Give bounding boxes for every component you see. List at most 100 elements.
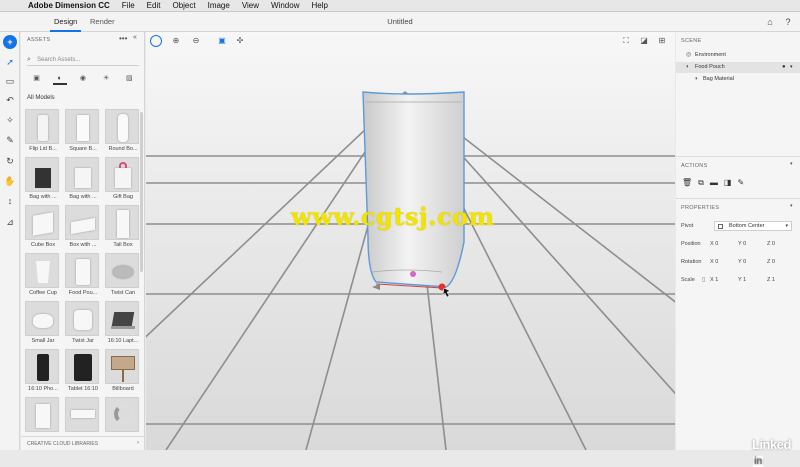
- add-icon[interactable]: +: [3, 35, 17, 49]
- model-item[interactable]: Square B...: [65, 109, 101, 157]
- menu-window[interactable]: Window: [265, 1, 305, 10]
- snap-icon[interactable]: ▣: [216, 35, 228, 47]
- model-item[interactable]: 16:10 Pho...: [25, 349, 61, 397]
- food-pouch-model[interactable]: [146, 32, 675, 450]
- watermark-text: www.cgtsj.com: [291, 202, 495, 231]
- scale-label: Scale: [681, 277, 695, 283]
- undo-icon[interactable]: ↶: [3, 93, 17, 107]
- scale-z-value[interactable]: 1: [772, 277, 775, 283]
- learn-icon[interactable]: ⌂: [764, 16, 776, 28]
- model-item[interactable]: Gift Bag: [105, 157, 141, 205]
- position-z-value[interactable]: 0: [772, 241, 775, 247]
- rotation-y-value[interactable]: 0: [743, 259, 746, 265]
- actions-chevron-icon[interactable]: ▾: [790, 161, 793, 167]
- lock-icon[interactable]: ▯: [702, 276, 705, 283]
- model-item[interactable]: Tall Box: [105, 205, 141, 253]
- menu-file[interactable]: File: [116, 1, 141, 10]
- position-y[interactable]: Y 0: [738, 241, 746, 247]
- rotation-x[interactable]: X 0: [710, 259, 718, 265]
- delete-icon[interactable]: 🗑: [682, 178, 692, 188]
- gizmo-handle[interactable]: [410, 271, 416, 277]
- rotation-z[interactable]: Z 0: [767, 259, 775, 265]
- select-icon[interactable]: ➚: [3, 55, 17, 69]
- tab-render[interactable]: Render: [82, 15, 123, 29]
- app-menu[interactable]: Adobe Dimension CC: [22, 1, 116, 10]
- images-category-icon[interactable]: ▨: [122, 73, 136, 85]
- model-item[interactable]: Small Jar: [25, 301, 61, 349]
- model-item[interactable]: Billboard: [105, 349, 141, 397]
- search-field[interactable]: ⌕ Search Assets...: [27, 54, 139, 66]
- model-item[interactable]: Bag with ...: [65, 157, 101, 205]
- asset-categories: ▣ ◐ ◉ ☀ ▨: [25, 72, 141, 86]
- transform-icon[interactable]: ✣: [234, 35, 246, 47]
- scale-y[interactable]: Y 1: [738, 277, 746, 283]
- models-category-icon[interactable]: ▣: [30, 73, 44, 85]
- model-item[interactable]: Round Bo...: [105, 109, 141, 157]
- app-header: Design Render Untitled ⌂ ?: [0, 12, 800, 32]
- position-z[interactable]: Z 0: [767, 241, 775, 247]
- duplicate-icon[interactable]: ⧉: [698, 178, 704, 188]
- model-label: Twist Can: [110, 290, 136, 296]
- model-item[interactable]: Twist Can: [105, 253, 141, 301]
- measure-icon[interactable]: ⊿: [3, 215, 17, 229]
- pan-icon[interactable]: ✋: [3, 174, 17, 188]
- scene-item-bag-material[interactable]: ◑ Bag Material: [676, 74, 800, 85]
- position-x[interactable]: X 0: [710, 241, 718, 247]
- rotation-y[interactable]: Y 0: [738, 259, 746, 265]
- model-item[interactable]: Tablet 16:10: [65, 349, 101, 397]
- tab-design[interactable]: Design: [46, 15, 85, 32]
- colors-category-icon[interactable]: ◉: [76, 73, 90, 85]
- scale-z[interactable]: Z 1: [767, 277, 775, 283]
- position-y-value[interactable]: 0: [743, 241, 746, 247]
- rotation-x-value[interactable]: 0: [715, 259, 718, 265]
- dolly-icon[interactable]: ↕: [3, 194, 17, 208]
- model-item[interactable]: Box with ...: [65, 205, 101, 253]
- menu-edit[interactable]: Edit: [141, 1, 167, 10]
- pivot-select[interactable]: Bottom Center ▾: [714, 221, 792, 231]
- chevron-down-icon[interactable]: ▾: [790, 62, 793, 73]
- materials-category-icon[interactable]: ◐: [52, 73, 67, 85]
- bag-thumbnail: [25, 157, 59, 192]
- model-item[interactable]: 16:10 Lapt...: [105, 301, 141, 349]
- position-x-value[interactable]: 0: [715, 241, 718, 247]
- bookmark-icon[interactable]: ⊞: [656, 35, 668, 47]
- lights-category-icon[interactable]: ☀: [99, 73, 113, 85]
- cc-libraries-bar[interactable]: CREATIVE CLOUD LIBRARIES ›: [21, 436, 145, 450]
- visibility-icon[interactable]: ●: [782, 62, 786, 73]
- model-item[interactable]: Bag with ...: [25, 157, 61, 205]
- eyedropper-action-icon[interactable]: ✎: [737, 178, 744, 188]
- menu-help[interactable]: Help: [305, 1, 333, 10]
- scene-item-food-pouch[interactable]: ◐ Food Pouch ● ▾: [676, 62, 800, 73]
- orbit-icon[interactable]: ↻: [3, 154, 17, 168]
- scale-x-value[interactable]: 1: [715, 277, 718, 283]
- group-icon[interactable]: ▬: [710, 178, 718, 188]
- eyedropper-icon[interactable]: ✎: [3, 133, 17, 147]
- search-input[interactable]: Search Assets...: [37, 57, 80, 63]
- camera-icon[interactable]: ◪: [638, 35, 650, 47]
- rectangle-select-icon[interactable]: ▭: [3, 74, 17, 88]
- menu-object[interactable]: Object: [166, 1, 201, 10]
- help-icon[interactable]: ?: [782, 16, 794, 28]
- scale-x[interactable]: X 1: [710, 277, 718, 283]
- select-circle-icon[interactable]: [150, 35, 162, 47]
- model-item[interactable]: Cube Box: [25, 205, 61, 253]
- properties-chevron-icon[interactable]: ▾: [790, 203, 793, 209]
- menu-image[interactable]: Image: [202, 1, 236, 10]
- model-item[interactable]: Coffee Cup: [25, 253, 61, 301]
- model-item[interactable]: Flip Lid B...: [25, 109, 61, 157]
- zoom-out-icon[interactable]: ⊖: [190, 35, 202, 47]
- rotation-z-value[interactable]: 0: [772, 259, 775, 265]
- scene-item-environment[interactable]: ◎ Environment: [676, 50, 800, 61]
- align-icon[interactable]: ◨: [724, 178, 732, 188]
- scale-y-value[interactable]: 1: [743, 277, 746, 283]
- magic-wand-icon[interactable]: ✧: [3, 113, 17, 127]
- menu-view[interactable]: View: [236, 1, 265, 10]
- model-item[interactable]: Twist Jar: [65, 301, 101, 349]
- scrollbar[interactable]: [140, 112, 143, 272]
- collapse-icon[interactable]: «: [133, 34, 137, 41]
- zoom-in-icon[interactable]: ⊕: [170, 35, 182, 47]
- fit-view-icon[interactable]: ⛶: [620, 35, 632, 47]
- canvas-viewport[interactable]: ⊕ ⊖ ▣ ✣ ⛶ ◪ ⊞ www.cgtsj.com: [146, 32, 675, 450]
- model-item[interactable]: Food Pou...: [65, 253, 101, 301]
- more-options-icon[interactable]: •••: [119, 34, 127, 43]
